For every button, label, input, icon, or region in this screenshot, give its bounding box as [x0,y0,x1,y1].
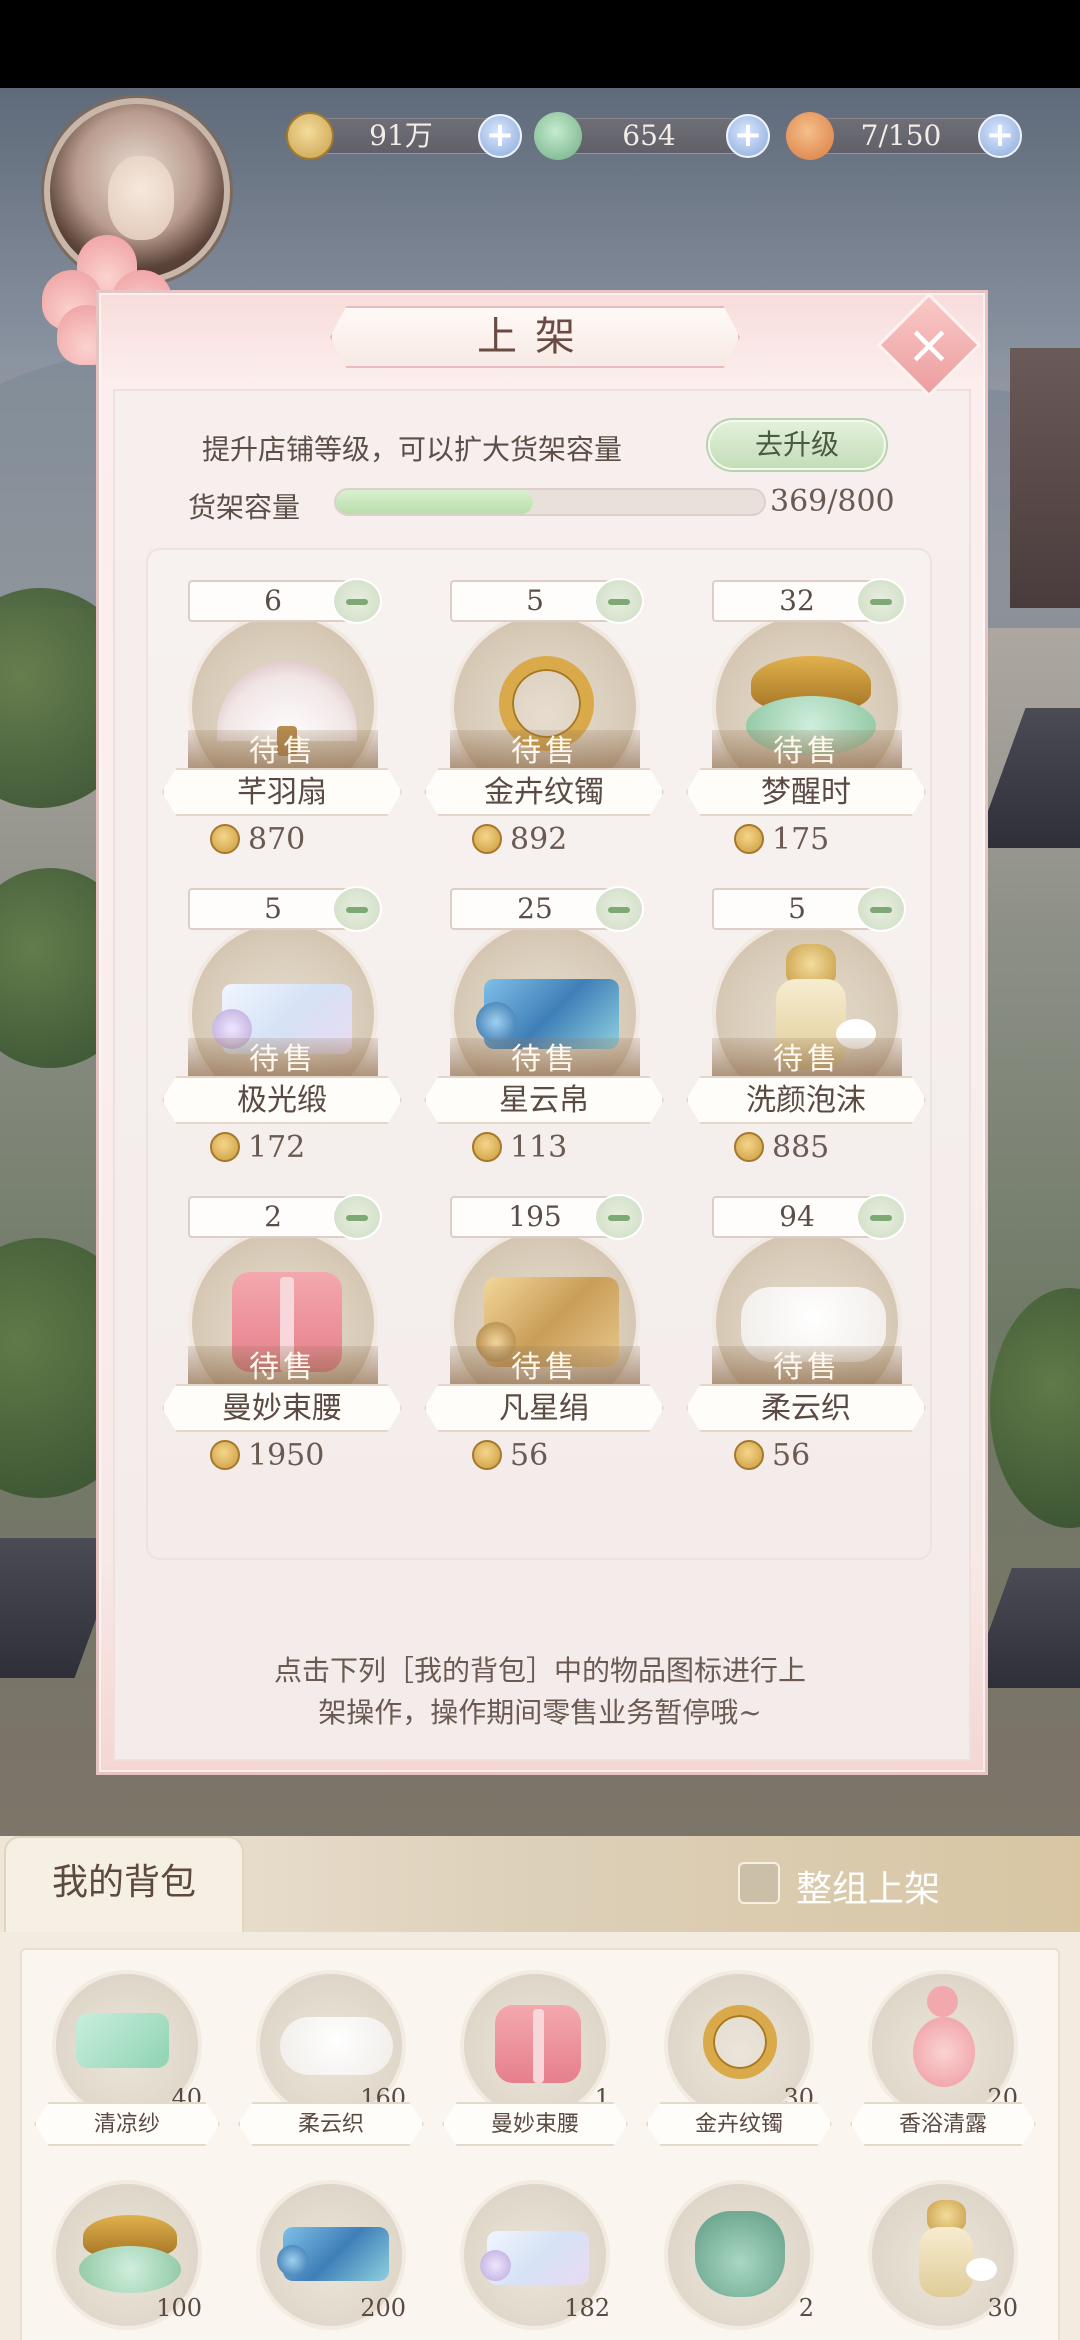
resource-bar: 91万 + 654 + 7/150 + [0,112,1080,160]
shelf-item[interactable]: 32 待售 梦醒时 175 [686,578,926,880]
shelf-item[interactable]: 5 待售 金卉纹镯 892 [424,578,664,880]
bag-item-count: 200 [360,2294,406,2322]
paw-coin-icon [472,1132,502,1162]
paw-coin-icon [734,824,764,854]
shelf-item[interactable]: 195 待售 凡星绢 56 [424,1194,664,1496]
paw-coin-icon [210,824,240,854]
remove-button[interactable] [856,578,906,624]
remove-button[interactable] [594,578,644,624]
paw-coin-icon [472,1440,502,1470]
upgrade-hint: 提升店铺等级，可以扩大货架容量 [202,433,623,466]
tab-my-bag[interactable]: 我的背包 [4,1836,244,1932]
bag-item[interactable]: 30 [850,2180,1036,2340]
bag-item[interactable]: 30 金卉纹镯 [646,1970,832,2170]
for-sale-label: 待售 [188,1346,378,1390]
paw-coin-icon [210,1132,240,1162]
bag-item-name: 曼妙束腰 [442,2102,628,2146]
bag-item[interactable]: 100 [34,2180,220,2340]
item-name: 柔云织 [686,1384,926,1432]
bag-item-count: 2 [798,2294,814,2322]
for-sale-label: 待售 [450,730,640,774]
coins-value: 91万 [369,119,433,152]
bag-item[interactable]: 200 [238,2180,424,2340]
listing-instruction: 点击下列［我的背包］中的物品图标进行上 架操作，操作期间零售业务暂停哦~ [273,1654,806,1729]
for-sale-label: 待售 [450,1346,640,1390]
item-name: 极光缎 [162,1076,402,1124]
paw-coin-icon [734,1440,764,1470]
item-price: 113 [472,1130,567,1165]
item-name: 星云帛 [424,1076,664,1124]
item-price: 892 [472,822,567,857]
bag-item-name: 清凉纱 [34,2102,220,2146]
jade-value: 654 [622,119,676,152]
remove-button[interactable] [594,1194,644,1240]
shelf-item[interactable]: 5 待售 极光缎 172 [162,886,402,1188]
item-name: 洗颜泡沫 [686,1076,926,1124]
stamina-value: 7/150 [860,119,942,152]
corset-icon[interactable] [460,1970,610,2120]
item-price: 56 [472,1438,548,1473]
item-price: 56 [734,1438,810,1473]
shelf-item[interactable]: 25 待售 星云帛 113 [424,886,664,1188]
item-name: 金卉纹镯 [424,768,664,816]
item-name: 凡星绢 [424,1384,664,1432]
group-list-checkbox[interactable] [738,1862,780,1904]
bag-area: 40 清凉纱 160 柔云织 1 曼妙束腰 30 金卉纹镯 20 香浴清露 10… [0,1932,1080,2340]
shelf-item[interactable]: 2 待售 曼妙束腰 1950 [162,1194,402,1496]
for-sale-label: 待售 [188,1038,378,1082]
remove-button[interactable] [332,886,382,932]
bag-item-count: 30 [987,2294,1018,2322]
bag-item-name: 香浴清露 [850,2102,1036,2146]
for-sale-label: 待售 [712,730,902,774]
bag-item-count: 182 [564,2294,610,2322]
remove-button[interactable] [594,886,644,932]
shelf-item[interactable]: 6 待售 芊羽扇 870 [162,578,402,880]
item-price: 172 [210,1130,305,1165]
for-sale-label: 待售 [712,1346,902,1390]
group-list-label[interactable]: 整组上架 [796,1860,940,1912]
item-name: 梦醒时 [686,768,926,816]
item-price: 870 [210,822,305,857]
for-sale-label: 待售 [450,1038,640,1082]
capacity-bar [334,488,766,516]
remove-button[interactable] [856,1194,906,1240]
bag-item-count: 100 [156,2294,202,2322]
remove-button[interactable] [332,1194,382,1240]
item-price: 175 [734,822,829,857]
for-sale-label: 待售 [188,730,378,774]
item-name: 曼妙束腰 [162,1384,402,1432]
shelf-item[interactable]: 94 待售 柔云织 56 [686,1194,926,1496]
bag-item[interactable]: 40 清凉纱 [34,1970,220,2170]
bag-item[interactable]: 182 [442,2180,628,2340]
item-price: 1950 [210,1438,324,1473]
add-jade-button[interactable]: + [726,114,770,158]
remove-button[interactable] [856,886,906,932]
paw-coin-icon [210,1440,240,1470]
add-stamina-button[interactable]: + [978,114,1022,158]
for-sale-label: 待售 [712,1038,902,1082]
pouch-icon[interactable] [664,2180,814,2330]
upgrade-button[interactable]: 去升级 [708,420,886,470]
paw-coin-icon [472,824,502,854]
capacity-value: 369/800 [770,484,895,519]
item-price: 885 [734,1130,829,1165]
shelf-item[interactable]: 5 待售 洗颜泡沫 885 [686,886,926,1188]
bag-item[interactable]: 1 曼妙束腰 [442,1970,628,2170]
bag-item[interactable]: 20 香浴清露 [850,1970,1036,2170]
bag-item[interactable]: 160 柔云织 [238,1970,424,2170]
item-name: 芊羽扇 [162,768,402,816]
capacity-fill [336,490,533,514]
add-coins-button[interactable]: + [478,114,522,158]
bag-item-name: 柔云织 [238,2102,424,2146]
bag-item[interactable]: 2 [646,2180,832,2340]
remove-button[interactable] [332,578,382,624]
bag-item-name: 金卉纹镯 [646,2102,832,2146]
capacity-label: 货架容量 [188,491,301,524]
dialog-title: 上架 [330,306,740,368]
paw-coin-icon [734,1132,764,1162]
close-icon[interactable]: × [892,308,966,382]
